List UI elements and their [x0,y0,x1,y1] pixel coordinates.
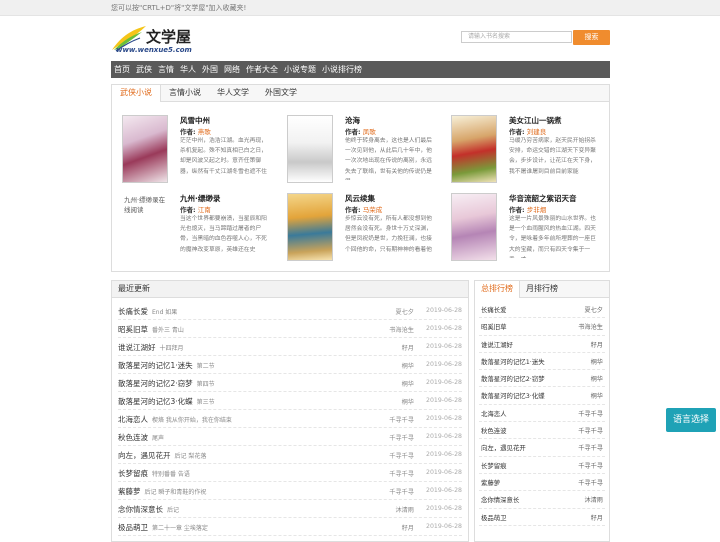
book-card[interactable]: 华音流韶之紫诏天音 作者: 步非烟 这是一片风景殊丽的山水世界。也是一个血雨腥风… [445,193,605,268]
list-item: 散落星河的记忆3·化蝶 第三节 桐华 2019-06-28 [118,392,462,410]
list-item: 极品萌卫 第二十一章 尘埃落定 籽月 2019-06-28 [118,518,462,536]
nav-item-foreign[interactable]: 外国 [199,61,221,78]
bookmark-notice: 您可以按"CRTL+D"将"文学屋"加入收藏夹! [111,4,247,12]
nav-item-wuxia[interactable]: 武侠 [133,61,155,78]
list-item: 北海恋人 楔烙 我从你开始，我在你结束 千寻千寻 2019-06-28 [118,410,462,428]
list-item: 谁说江湖好 十四拜月 籽月 2019-06-28 [118,338,462,356]
book-card[interactable]: 九州·缥缈录在线阅读 九州·缥缈录 作者: 江南 当这个世界都要崩溃，当星辰和阳… [116,193,276,268]
ranking-item: 谁说江湖好 籽月 [479,336,605,353]
tab-monthly-ranking[interactable]: 月排行榜 [520,281,564,297]
search-input[interactable]: 请输入书名搜索 [461,31,572,43]
ranking-item: 长梦留痕 千寻千寻 [479,457,605,474]
nav-item-topics[interactable]: 小说专题 [281,61,319,78]
book-title[interactable]: 风云续集 [345,193,375,204]
top-notice-bar: 您可以按"CRTL+D"将"文学屋"加入收藏夹! [0,0,720,16]
book-cover[interactable] [451,115,497,183]
list-item: 长梦留痕 特别番番 告语 千寻千寻 2019-06-28 [118,464,462,482]
list-item: 紫藤萝 后记 瞬子和青鞋的作祝 千寻千寻 2019-06-28 [118,482,462,500]
book-cover[interactable] [287,115,333,183]
book-cover-broken[interactable]: 九州·缥缈录在线阅读 [122,193,168,261]
search-button[interactable]: 搜索 [573,30,610,45]
book-desc: 当这个世界都要崩溃，当星辰和阳光也熄灭，当马蹄踏过屠者的尸骨，当黑暗的血色吞噬人… [180,216,267,253]
nav-item-web[interactable]: 网络 [221,61,243,78]
book-cover[interactable] [451,193,497,261]
featured-panel: 武侠小说 言情小说 华人文学 外国文学 风雪中州 作者: 燕歌 茫茫中州，浩浩江… [111,84,610,272]
latest-updates-title: 最近更新 [112,281,468,298]
site-logo[interactable]: 文学屋 www.wenxue5.com [110,24,220,64]
nav-item-ranking[interactable]: 小说排行榜 [319,61,365,78]
list-item: 念你情深意长 后记 沐清雨 2019-06-28 [118,500,462,518]
ranking-item: 长痛长爱 夏七夕 [479,301,605,319]
logo-name: 文学屋 [146,28,192,46]
ranking-item: 散落星河的记忆3·化蝶 桐华 [479,387,605,405]
header: 文学屋 www.wenxue5.com 请输入书名搜索 搜索 [0,16,720,60]
list-item: 散落星河的记忆2·窃梦 第四节 桐华 2019-06-28 [118,374,462,392]
book-title[interactable]: 风雪中州 [180,115,210,126]
latest-updates-panel: 最近更新 长痛长爱 End 如果 夏七夕 2019-06-28 昭奚旧草 番外三 青山书… [111,280,469,542]
book-card[interactable]: 美女江山一锅煮 作者: 刘建良 马缓乃穷苦病家，赵天民开始拐杀安排，命运交错的江… [445,115,605,190]
book-title[interactable]: 九州·缥缈录 [180,193,220,204]
book-desc: 这是一片风景殊丽的山水世界。也是一个血雨腥风的热血江湖。四天令，是咏着多年前所埋… [509,216,596,258]
ranking-item: 紫藤萝 千寻千寻 [479,474,605,492]
tab-romance[interactable]: 言情小说 [161,85,209,101]
list-item: 散落星河的记忆1·迷失 第二节 桐华 2019-06-28 [118,356,462,374]
book-author: 作者: 江南 [180,206,211,214]
nav-item-home[interactable]: 首页 [111,61,133,78]
ranking-item: 极品萌卫 籽月 [479,509,605,526]
book-title[interactable]: 华音流韶之紫诏天音 [509,193,577,204]
book-author: 作者: 凤歌 [345,128,376,136]
list-item: 秋色连波 尾声 千寻千寻 2019-06-28 [118,428,462,446]
logo-url: www.wenxue5.com [116,46,192,54]
book-card[interactable]: 风云续集 作者: 马荣成 步惊云没有死，所有人都没想到他居然会没有死。身世十万丈… [281,193,441,268]
book-author: 作者: 刘建良 [509,128,547,136]
ranking-item: 念你情深意长 沐清雨 [479,491,605,509]
tab-total-ranking[interactable]: 总排行榜 [475,281,520,298]
book-desc: 茫茫中州，浩浩江湖。血光再现，杀机复起。殊不知真相已白之日，却是风波又起之时。意… [180,138,267,175]
book-author: 作者: 马荣成 [345,206,383,214]
book-desc: 步惊云没有死，所有人都没想到他居然会没有死。身世十万丈深渊，但是凤祝奶是世，力挽… [345,216,432,253]
featured-tabs: 武侠小说 言情小说 华人文学 外国文学 [112,85,609,102]
ranking-item: 秋色连波 千寻千寻 [479,422,605,440]
book-card[interactable]: 沧海 作者: 凤歌 他终于转身离去，这也是人们最后一次见到他，从此后几十年中，他… [281,115,441,190]
nav-item-chinese[interactable]: 华人 [177,61,199,78]
nav-item-romance[interactable]: 言情 [155,61,177,78]
list-item: 向左，遇见花开 后记 梨花落 千寻千寻 2019-06-28 [118,446,462,464]
ranking-item: 北海恋人 千寻千寻 [479,405,605,423]
book-cover[interactable] [287,193,333,261]
list-item: 昭奚旧草 番外三 青山 书海沧生 2019-06-28 [118,320,462,338]
ranking-tabs: 总排行榜 月排行榜 [475,281,609,298]
book-cover[interactable] [122,115,168,183]
book-desc: 他终于转身离去，这也是人们最后一次见到他，从此后几十年中，他一次次地出现在传说的… [345,138,432,180]
ranking-item: 向左，遇见花开 千寻千寻 [479,439,605,457]
ranking-item: 散落星河的记忆1·迷失 桐华 [479,353,605,371]
book-author: 作者: 燕歌 [180,128,211,136]
ranking-panel: 总排行榜 月排行榜 长痛长爱 夏七夕 昭奚旧草 书海沧生 谁说江湖好 籽月 散落星河的… [474,280,610,542]
book-author: 作者: 步非烟 [509,206,547,214]
ranking-item: 昭奚旧草 书海沧生 [479,318,605,336]
list-item: 长痛长爱 End 如果 夏七夕 2019-06-28 [118,302,462,320]
main-nav: 首页 武侠 言情 华人 外国 网络 作者大全 小说专题 小说排行榜 [111,61,610,78]
book-title[interactable]: 美女江山一锅煮 [509,115,562,126]
book-title[interactable]: 沧海 [345,115,360,126]
book-card[interactable]: 风雪中州 作者: 燕歌 茫茫中州，浩浩江湖。血光再现，杀机复起。殊不知真相已白之… [116,115,276,190]
ranking-item: 散落星河的记忆2·窃梦 桐华 [479,370,605,388]
nav-item-authors[interactable]: 作者大全 [243,61,281,78]
tab-wuxia[interactable]: 武侠小说 [112,85,161,102]
tab-foreign-lit[interactable]: 外国文学 [257,85,305,101]
language-select-button[interactable]: 语言选择 [666,408,716,432]
book-desc: 马缓乃穷苦病家，赵天民开始拐杀安排，命运交错的江湖天下变异聚会，步步设计，让花江… [509,138,596,175]
tab-chinese-lit[interactable]: 华人文学 [209,85,257,101]
